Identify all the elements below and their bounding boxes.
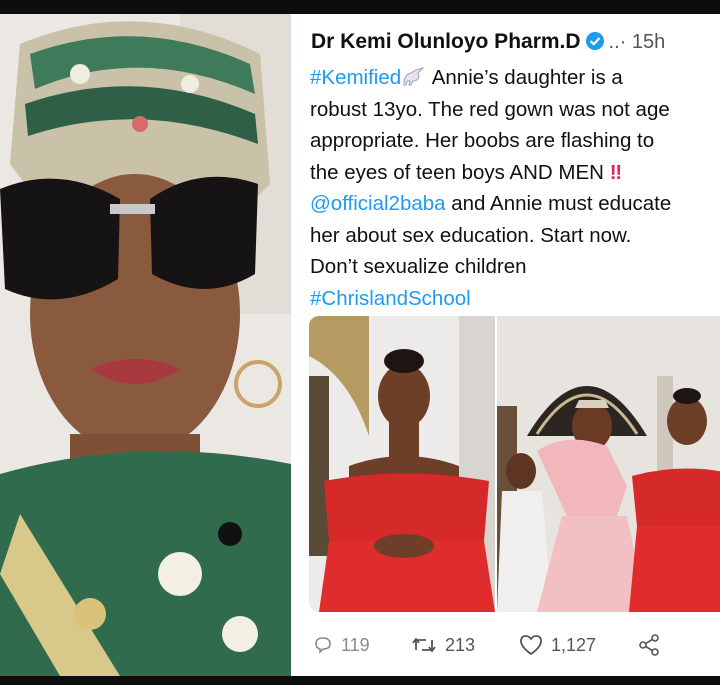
portrait-photo xyxy=(0,14,291,676)
hashtag-chrislandschool[interactable]: #ChrislandSchool xyxy=(310,283,720,315)
tweet-line-4: the eyes of teen boys AND MEN xyxy=(310,160,610,184)
tweet-line-6: her about sex education. Start now. xyxy=(310,223,632,247)
tweet-actions: 119 213 1,127 xyxy=(311,630,720,660)
tweet-line-1: Annie’s daughter is a xyxy=(427,66,623,89)
share-button[interactable] xyxy=(637,630,661,660)
heart-icon xyxy=(519,634,543,656)
hashtag-kemified[interactable]: #Kemified xyxy=(310,66,401,89)
retweet-count: 213 xyxy=(445,634,476,655)
tweet-photo-1[interactable] xyxy=(309,316,495,612)
tweet-line-5: and Annie must educate xyxy=(445,192,672,215)
retweet-button[interactable]: 213 xyxy=(411,630,475,660)
tweet-photo-2[interactable] xyxy=(497,316,720,612)
author-name[interactable]: Dr Kemi Olunloyo Pharm.D xyxy=(311,30,581,53)
reply-button[interactable]: 119 xyxy=(313,630,370,660)
like-button[interactable]: 1,127 xyxy=(519,630,596,660)
top-border xyxy=(0,0,720,14)
reply-count: 119 xyxy=(341,634,370,655)
unicorn-emoji-icon xyxy=(401,64,427,96)
bottom-border xyxy=(0,676,720,685)
like-count: 1,127 xyxy=(551,634,597,655)
tweet-header: Dr Kemi Olunloyo Pharm.D ..· 15h xyxy=(311,30,665,54)
retweet-icon xyxy=(411,635,437,655)
share-icon xyxy=(637,633,661,657)
tweet-card: Dr Kemi Olunloyo Pharm.D ..· 15h #Kemifie… xyxy=(291,14,720,676)
tweet-text: #Kemified Annie’s daughter is a robust 1… xyxy=(310,62,720,314)
tweet-line-2: robust 13yo. The red gown was not age xyxy=(310,97,670,121)
tweet-media xyxy=(309,316,720,612)
verified-badge-icon xyxy=(585,31,605,51)
reply-icon xyxy=(313,635,333,655)
mention-official2baba[interactable]: @official2baba xyxy=(310,192,446,215)
tweet-line-7: Don’t sexualize children xyxy=(310,255,527,278)
tweet-line-3: appropriate. Her boobs are flashing to xyxy=(310,129,655,152)
timestamp: ..· 15h xyxy=(608,31,666,53)
double-exclamation: ‼ xyxy=(609,160,623,184)
